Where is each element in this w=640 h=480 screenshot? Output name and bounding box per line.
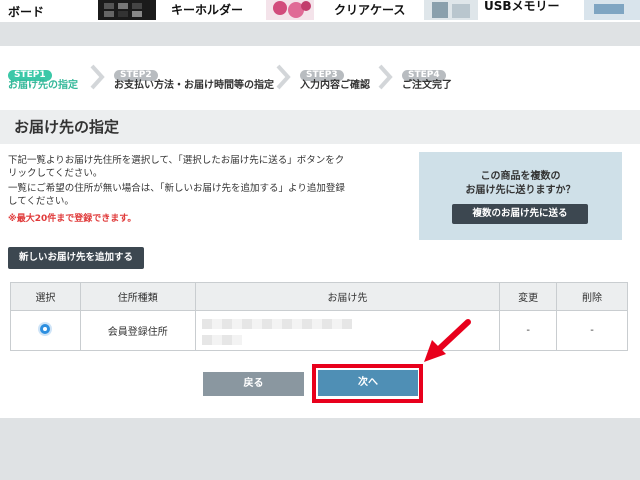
- step-1: STEP1 お届け先の指定: [8, 62, 78, 91]
- instruction-line-3: 一覧にご希望の住所が無い場合は、「新しいお届け先を追加する」より追加登録: [8, 183, 345, 194]
- col-destination: お届け先: [194, 282, 501, 311]
- step-1-label: お届け先の指定: [8, 80, 78, 91]
- multi-text-line-1: この商品を複数の: [480, 171, 561, 182]
- address-table: 選択 住所種類 お届け先 変更 削除 会員登録住所 - -: [10, 282, 628, 351]
- table-row: 会員登録住所 - -: [10, 310, 628, 351]
- col-select: 選択: [10, 282, 81, 311]
- product-thumb-keyholder[interactable]: [266, 0, 314, 20]
- step-2-label: お支払い方法・お届け時間等の指定: [114, 80, 274, 91]
- product-thumb-clearcase[interactable]: [424, 0, 478, 20]
- product-board[interactable]: ボード: [8, 0, 44, 22]
- next-button[interactable]: 次へ: [318, 370, 418, 396]
- select-cell: [10, 310, 81, 351]
- instruction-line-2: リックしてください。: [8, 168, 103, 179]
- chevron-right-icon: [90, 64, 105, 90]
- product-keyholder-label: キーホルダー: [171, 3, 244, 17]
- edit-cell[interactable]: -: [499, 310, 558, 351]
- address-radio[interactable]: [40, 324, 51, 334]
- add-destination-button[interactable]: 新しいお届け先を追加する: [8, 247, 144, 269]
- step-3: STEP3 入力内容ご確認: [300, 62, 370, 91]
- send-multiple-button[interactable]: 複数のお届け先に送る: [452, 204, 588, 224]
- instruction-line-1: 下記一覧よりお届け先住所を選択して、「選択したお届け先に送る」ボタンをク: [8, 155, 345, 166]
- chevron-right-icon: [276, 64, 291, 90]
- multi-text-line-2: お届け先に送りますか？: [465, 185, 576, 196]
- product-thumb-usb[interactable]: [584, 0, 640, 20]
- back-button[interactable]: 戻る: [203, 372, 304, 396]
- pointer-arrow-icon: [424, 319, 471, 362]
- page-title: お届け先の指定: [14, 118, 120, 136]
- redacted-address: [201, 319, 352, 329]
- step-4-label: ご注文完了: [402, 80, 452, 91]
- instruction-line-4: してください。: [8, 196, 74, 207]
- col-delete: 削除: [556, 282, 628, 311]
- multi-destination-box: この商品を複数の お届け先に送りますか？: [419, 152, 622, 240]
- step-4: STEP4 ご注文完了: [402, 62, 452, 91]
- step-2: STEP2 お支払い方法・お届け時間等の指定: [114, 62, 274, 91]
- strip-gap: [0, 22, 640, 46]
- delete-cell[interactable]: -: [556, 310, 628, 351]
- col-address-type: 住所種類: [79, 282, 196, 311]
- col-edit: 変更: [499, 282, 558, 311]
- product-usb[interactable]: USBメモリー: [484, 0, 560, 22]
- product-strip: ボード キーホルダー クリアケース USBメモリー: [0, 0, 640, 22]
- limit-note: ※最大20件まで登録できます。: [8, 214, 137, 224]
- redacted-name: [201, 335, 242, 345]
- step-3-label: 入力内容ご確認: [300, 80, 370, 91]
- product-clearcase-label: クリアケース: [334, 3, 406, 17]
- product-thumb-board[interactable]: [98, 0, 156, 20]
- product-usb-label: USBメモリー: [484, 0, 560, 13]
- chevron-right-icon: [378, 64, 393, 90]
- product-board-label: ボード: [8, 5, 45, 19]
- table-header-row: 選択 住所種類 お届け先 変更 削除: [10, 282, 628, 311]
- address-type-cell: 会員登録住所: [79, 310, 196, 351]
